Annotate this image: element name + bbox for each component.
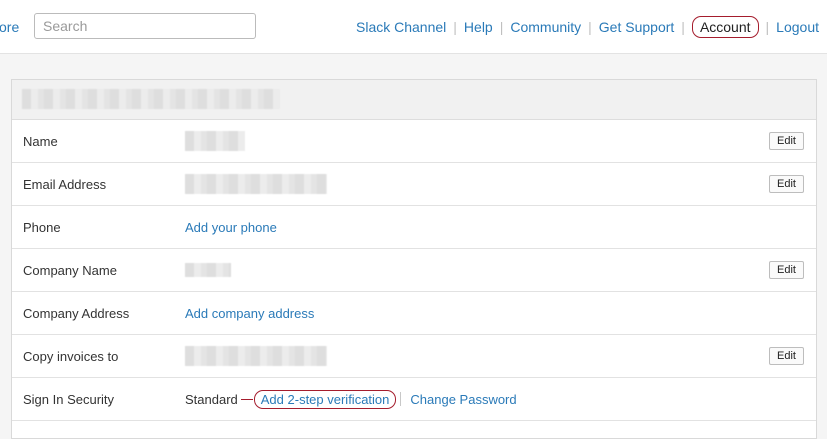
search-input[interactable] <box>34 13 256 39</box>
redacted-value <box>185 131 245 151</box>
nav-account[interactable]: Account <box>691 16 759 38</box>
row-email: Email Address Edit <box>12 163 816 206</box>
top-bar: ore Slack Channel | Help | Community | G… <box>0 0 827 54</box>
row-label: Name <box>23 133 58 149</box>
security-status: Standard <box>185 391 238 407</box>
row-value <box>185 263 231 277</box>
redacted-value <box>185 263 231 277</box>
row-phone: Phone Add your phone <box>12 206 816 249</box>
redacted-value <box>185 346 327 366</box>
store-link[interactable]: ore <box>0 19 19 35</box>
row-value <box>185 174 327 194</box>
nav-logout[interactable]: Logout <box>776 16 819 38</box>
link-separator <box>400 392 402 406</box>
redacted-account-title <box>22 89 280 109</box>
row-value: Add company address <box>185 306 314 321</box>
nav-help[interactable]: Help <box>464 16 493 38</box>
nav-get-support[interactable]: Get Support <box>599 16 675 38</box>
nav-separator: | <box>453 19 457 35</box>
row-copy-invoices: Copy invoices to Edit <box>12 335 816 378</box>
row-label: Phone <box>23 219 61 235</box>
row-name: Name Edit <box>12 120 816 163</box>
edit-invoices-button[interactable]: Edit <box>769 347 804 365</box>
edit-name-button[interactable]: Edit <box>769 132 804 150</box>
nav-separator: | <box>588 19 592 35</box>
row-value: Add your phone <box>185 220 277 235</box>
row-label: Company Address <box>23 305 130 321</box>
nav-separator: | <box>499 19 504 35</box>
nav-separator: | <box>681 19 685 35</box>
nav-community[interactable]: Community <box>510 16 581 38</box>
row-label: Company Name <box>23 262 117 278</box>
account-profile-panel: Name Edit Email Address Edit Phone Add y… <box>11 79 817 439</box>
row-sign-in-security: Sign In Security Standard Add 2-step ver… <box>12 378 816 421</box>
add-company-address-link[interactable]: Add company address <box>185 306 314 321</box>
top-nav: Slack Channel | Help | Community | Get S… <box>356 16 819 38</box>
change-password-link[interactable]: Change Password <box>410 392 516 407</box>
add-2-step-verification-link[interactable]: Add 2-step verification <box>253 389 397 409</box>
row-value <box>185 131 245 151</box>
nav-separator: | <box>765 19 770 35</box>
row-company-address: Company Address Add company address <box>12 292 816 335</box>
row-value <box>185 346 327 366</box>
add-phone-link[interactable]: Add your phone <box>185 220 277 235</box>
row-label: Copy invoices to <box>23 348 119 364</box>
row-label: Sign In Security <box>23 391 115 407</box>
row-company-name: Company Name Edit <box>12 249 816 292</box>
annotation-dash <box>240 398 253 400</box>
nav-slack-channel[interactable]: Slack Channel <box>356 16 446 38</box>
row-value: Standard Add 2-step verification Change … <box>185 389 517 409</box>
edit-email-button[interactable]: Edit <box>769 175 804 193</box>
row-label: Email Address <box>23 176 107 192</box>
edit-company-name-button[interactable]: Edit <box>769 261 804 279</box>
panel-header <box>12 80 816 120</box>
redacted-value <box>185 174 327 194</box>
